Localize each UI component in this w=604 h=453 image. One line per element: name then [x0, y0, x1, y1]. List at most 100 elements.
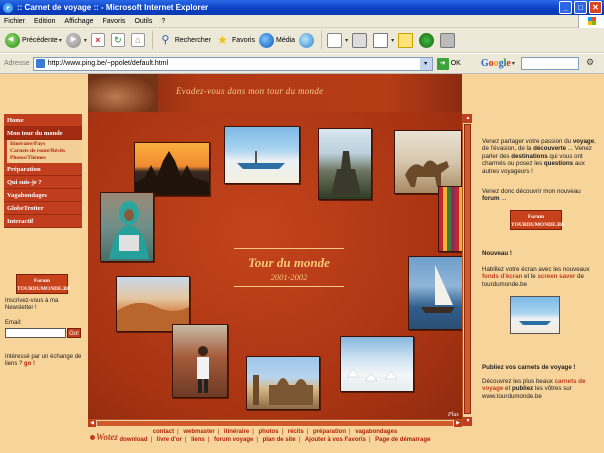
footer-link[interactable]: contact: [153, 429, 174, 435]
photo-street[interactable]: [172, 324, 228, 398]
media-button[interactable]: Média: [257, 30, 297, 50]
note-button[interactable]: [396, 30, 417, 50]
nav-home[interactable]: Home: [4, 114, 82, 127]
back-dropdown-icon[interactable]: ▾: [59, 37, 62, 44]
forward-button[interactable]: ▾: [64, 30, 89, 50]
nav-qui-suis-je[interactable]: Qui suis-je ?: [4, 176, 82, 189]
mail-dropdown-icon[interactable]: ▾: [345, 37, 348, 44]
google-search-input[interactable]: [520, 57, 579, 70]
google-dropdown-icon[interactable]: ▾: [512, 60, 515, 67]
forum-invite-text: Venez donc découvrir mon nouveau forum .…: [482, 188, 581, 203]
favorites-button[interactable]: ★ Favoris: [213, 30, 257, 50]
scroll-right-icon[interactable]: ▶: [454, 420, 462, 427]
footer-link[interactable]: forum voyage: [214, 437, 253, 443]
wallpaper-link[interactable]: fonds d'écran: [482, 273, 522, 280]
go-button[interactable]: ➜ OK: [436, 57, 461, 70]
back-label: Précédente: [22, 36, 58, 44]
footer-link[interactable]: liens: [191, 437, 205, 443]
link-exchange-text: Intéressé par un échange de liens ?: [5, 354, 82, 367]
maximize-button[interactable]: □: [574, 1, 587, 14]
print-button[interactable]: [350, 30, 371, 50]
address-dropdown-icon[interactable]: ▾: [419, 57, 432, 70]
horizontal-scrollbar[interactable]: ◀ ▶: [88, 419, 462, 427]
footer-link[interactable]: récits: [288, 429, 304, 435]
address-label: Adresse: [4, 60, 30, 67]
nav-vagabondages[interactable]: Vagabondages: [4, 189, 82, 202]
forum-promo-text: Venez partager votre passion du voyage, …: [482, 138, 596, 175]
menu-favoris[interactable]: Favoris: [102, 18, 125, 25]
scroll-left-icon[interactable]: ◀: [88, 420, 96, 427]
forward-dropdown-icon[interactable]: ▾: [84, 37, 87, 44]
footer-link[interactable]: webmaster: [183, 429, 214, 435]
stop-button[interactable]: ×: [89, 30, 109, 50]
wallpaper-thumbnail[interactable]: [510, 296, 560, 334]
close-button[interactable]: ✕: [589, 1, 602, 14]
messenger-icon: [419, 32, 435, 48]
home-icon: ⌂: [130, 33, 145, 47]
scroll-thumb[interactable]: [464, 124, 471, 414]
mail-button[interactable]: ▾: [325, 30, 350, 50]
menu-fichier[interactable]: Fichier: [4, 18, 25, 25]
footer-link[interactable]: photos: [259, 429, 279, 435]
link-exchange-go[interactable]: go !: [24, 361, 35, 367]
footer-link[interactable]: Page de démarrage: [375, 437, 430, 443]
camel-shape: [405, 160, 449, 187]
newsletter-submit-button[interactable]: Go!: [67, 328, 81, 338]
tools-button[interactable]: [438, 30, 459, 50]
photo-sailboat[interactable]: [408, 256, 464, 330]
nav-interactif[interactable]: Interactif: [4, 215, 82, 228]
back-button[interactable]: Précédente ▾: [3, 30, 64, 50]
edit-button[interactable]: ▾: [371, 30, 396, 50]
nav-mon-tour-du-monde[interactable]: Mon tour du monde: [4, 127, 82, 140]
toolbar-options-icon[interactable]: ⚙: [586, 57, 600, 71]
subnav-photos[interactable]: Photos/Thèmes: [10, 155, 82, 162]
screensaver-link[interactable]: screen saver: [537, 273, 575, 280]
vertical-scrollbar[interactable]: ▲ ▼: [462, 114, 473, 426]
refresh-icon: ↻: [110, 33, 125, 47]
footer-link[interactable]: download: [120, 437, 148, 443]
forward-icon: [65, 32, 81, 48]
home-button[interactable]: ⌂: [129, 30, 149, 50]
photo-salt-flats[interactable]: [340, 336, 414, 392]
thumbnail-boat: [519, 321, 551, 325]
link-exchange: Intéressé par un échange de liens ? go !: [5, 354, 87, 368]
photo-camels[interactable]: [394, 130, 462, 194]
photo-palace[interactable]: [246, 356, 320, 410]
photo-beach[interactable]: [224, 126, 300, 184]
footer-link[interactable]: vagabondages: [355, 429, 397, 435]
subnav-itineraire[interactable]: Itinéraire/Pays: [10, 141, 82, 148]
footer-link[interactable]: préparation: [313, 429, 346, 435]
forum-logo-right[interactable]: Forum TOURDUMONDE.BE: [510, 210, 565, 230]
dune-shape: [117, 302, 189, 331]
nav-preparation[interactable]: Préparation: [4, 163, 82, 176]
footer-link[interactable]: plan de site: [263, 437, 296, 443]
footer-link[interactable]: itinéraire: [224, 429, 249, 435]
menu-affichage[interactable]: Affichage: [64, 18, 93, 25]
menu-bar: Fichier Edition Affichage Favoris Outils…: [0, 15, 604, 28]
footer-link[interactable]: Ajouter à vos Favoris: [305, 437, 366, 443]
minimize-button[interactable]: _: [559, 1, 572, 14]
footer-link[interactable]: livre d'or: [157, 437, 182, 443]
photo-portrait[interactable]: [100, 192, 154, 262]
email-field[interactable]: [5, 328, 66, 338]
subnav-carnets[interactable]: Carnets de route/Récits: [10, 148, 82, 155]
history-button[interactable]: [297, 30, 318, 50]
refresh-button[interactable]: ↻: [109, 30, 129, 50]
messenger-button[interactable]: [417, 30, 438, 50]
search-button[interactable]: ⚲ Rechercher: [156, 30, 213, 50]
forum-link[interactable]: forum: [482, 195, 500, 202]
menu-outils[interactable]: Outils: [134, 18, 152, 25]
forum-logo-left[interactable]: Forum TOURDUMONDE.BE: [16, 274, 71, 294]
menu-help[interactable]: ?: [161, 18, 165, 25]
horizontal-scroll-thumb[interactable]: [97, 421, 453, 426]
next-link[interactable]: Plus: [448, 412, 459, 418]
menu-edition[interactable]: Edition: [34, 18, 55, 25]
page-years: 2001-2002: [270, 272, 308, 282]
photo-tikal[interactable]: [318, 128, 372, 200]
nav-globetrotter[interactable]: GlobeTrotter: [4, 202, 82, 215]
photo-market[interactable]: [438, 186, 464, 252]
edit-dropdown-icon[interactable]: ▾: [391, 37, 394, 44]
photo-angkor[interactable]: [134, 142, 210, 196]
toolbar-separator: [321, 31, 323, 49]
address-input[interactable]: http://www.ping.be/~ppolet/default.html …: [32, 56, 433, 71]
